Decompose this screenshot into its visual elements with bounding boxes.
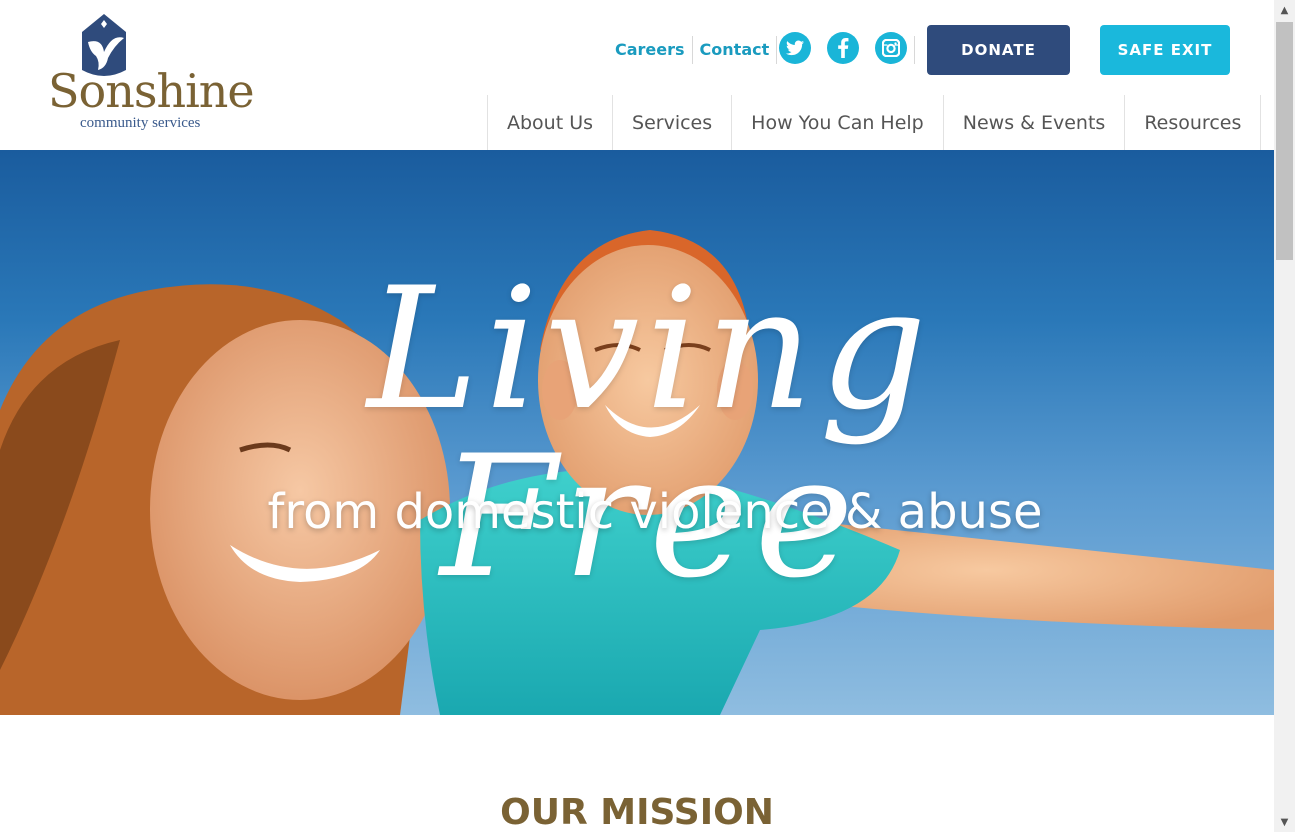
scroll-up-icon[interactable]: ▲ — [1274, 0, 1295, 20]
nav-item-resources[interactable]: Resources — [1124, 95, 1262, 150]
twitter-icon[interactable] — [779, 32, 811, 64]
site-logo[interactable]: Sonshine community services — [48, 12, 268, 136]
divider — [914, 36, 915, 64]
main-nav: About Us Services How You Can Help News … — [487, 95, 1262, 150]
nav-item-services[interactable]: Services — [612, 95, 731, 150]
logo-tagline: community services — [80, 115, 201, 131]
hero-subtitle: from domestic violence & abuse — [267, 484, 1043, 540]
social-links — [779, 32, 907, 64]
site-header: Sonshine community services Careers Cont… — [0, 0, 1274, 150]
facebook-icon[interactable] — [827, 32, 859, 64]
safe-exit-button[interactable]: SAFE EXIT — [1100, 25, 1230, 75]
scrollbar-thumb[interactable] — [1276, 22, 1293, 260]
careers-link[interactable]: Careers — [608, 36, 693, 64]
scroll-down-icon[interactable]: ▼ — [1274, 812, 1295, 832]
contact-link[interactable]: Contact — [693, 36, 778, 64]
page-scrollbar[interactable]: ▲ ▼ — [1274, 0, 1295, 832]
donate-button[interactable]: DONATE — [927, 25, 1070, 75]
instagram-icon[interactable] — [875, 32, 907, 64]
nav-item-about-us[interactable]: About Us — [487, 95, 612, 150]
logo-wordmark: Sonshine — [48, 64, 255, 118]
mission-heading: OUR MISSION — [500, 792, 774, 832]
hero-script-title: Living Free — [367, 251, 933, 615]
nav-item-how-you-can-help[interactable]: How You Can Help — [731, 95, 943, 150]
hero-banner: Living Free from domestic violence & abu… — [0, 150, 1274, 715]
utility-links: Careers Contact — [608, 36, 778, 64]
nav-item-news-events[interactable]: News & Events — [942, 95, 1125, 150]
